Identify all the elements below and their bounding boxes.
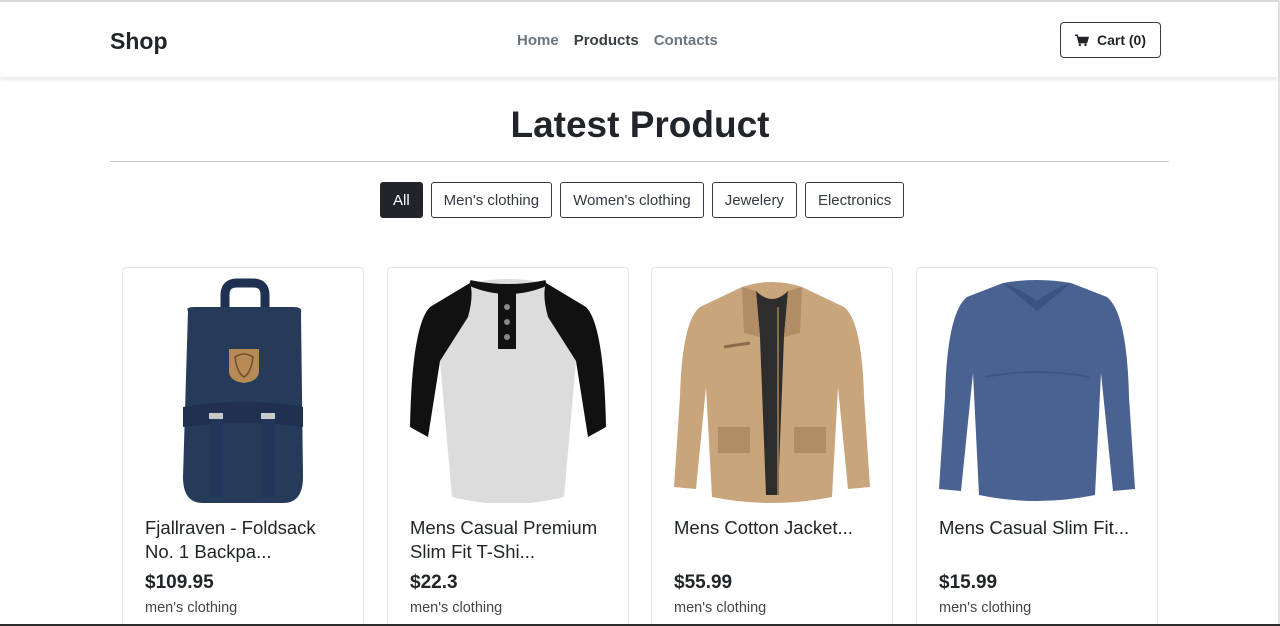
heading-divider [110,161,1169,162]
nav-link-contacts[interactable]: Contacts [654,32,718,49]
product-card[interactable]: Mens Casual Slim Fit... $15.99 men's clo… [916,267,1158,626]
product-category: men's clothing [145,600,238,616]
product-category: men's clothing [674,600,767,616]
shopping-cart-icon [1074,34,1089,46]
nav-link-products[interactable]: Products [574,32,639,49]
jacket-image [674,282,870,503]
backpack-image [183,278,303,503]
nav-links: Home Products Contacts [517,32,718,49]
filter-all-button[interactable]: All [380,182,423,218]
product-image[interactable] [388,274,628,506]
cart-button[interactable]: Cart (0) [1060,22,1161,58]
product-price: $22.3 [410,572,458,593]
page-title: Latest Product [510,104,770,145]
product-title[interactable]: Mens Casual Slim Fit... [939,516,1139,540]
product-title[interactable]: Mens Cotton Jacket... [674,516,874,540]
filter-mens-clothing-button[interactable]: Men's clothing [430,182,553,218]
product-image[interactable] [917,274,1157,506]
cart-label: Cart (0) [1096,32,1146,48]
product-title[interactable]: Fjallraven - Foldsack No. 1 Backpa... [145,516,345,564]
navbar: Shop Home Products Contacts Cart (0) [0,2,1278,78]
product-price: $109.95 [145,572,214,593]
filter-electronics-button[interactable]: Electronics [804,182,905,218]
product-price: $15.99 [939,572,998,593]
long-sleeve-shirt-image [939,280,1135,501]
filter-jewelery-button[interactable]: Jewelery [711,182,797,218]
product-category: men's clothing [939,600,1032,616]
product-title[interactable]: Mens Casual Premium Slim Fit T-Shi... [410,516,610,564]
product-image[interactable] [123,274,363,506]
t-shirt-image [410,279,606,503]
brand-logo[interactable]: Shop [110,28,168,55]
product-category: men's clothing [410,600,503,616]
product-card[interactable]: Mens Casual Premium Slim Fit T-Shi... $2… [387,267,629,626]
product-price: $55.99 [674,572,733,593]
product-image[interactable] [652,274,892,506]
filter-womens-clothing-button[interactable]: Women's clothing [560,182,704,218]
product-card[interactable]: Mens Cotton Jacket... $55.99 men's cloth… [651,267,893,626]
category-filter-bar: All Men's clothing Women's clothing Jewe… [380,182,905,218]
product-card[interactable]: Fjallraven - Foldsack No. 1 Backpa... $1… [122,267,364,626]
nav-link-home[interactable]: Home [517,32,559,49]
